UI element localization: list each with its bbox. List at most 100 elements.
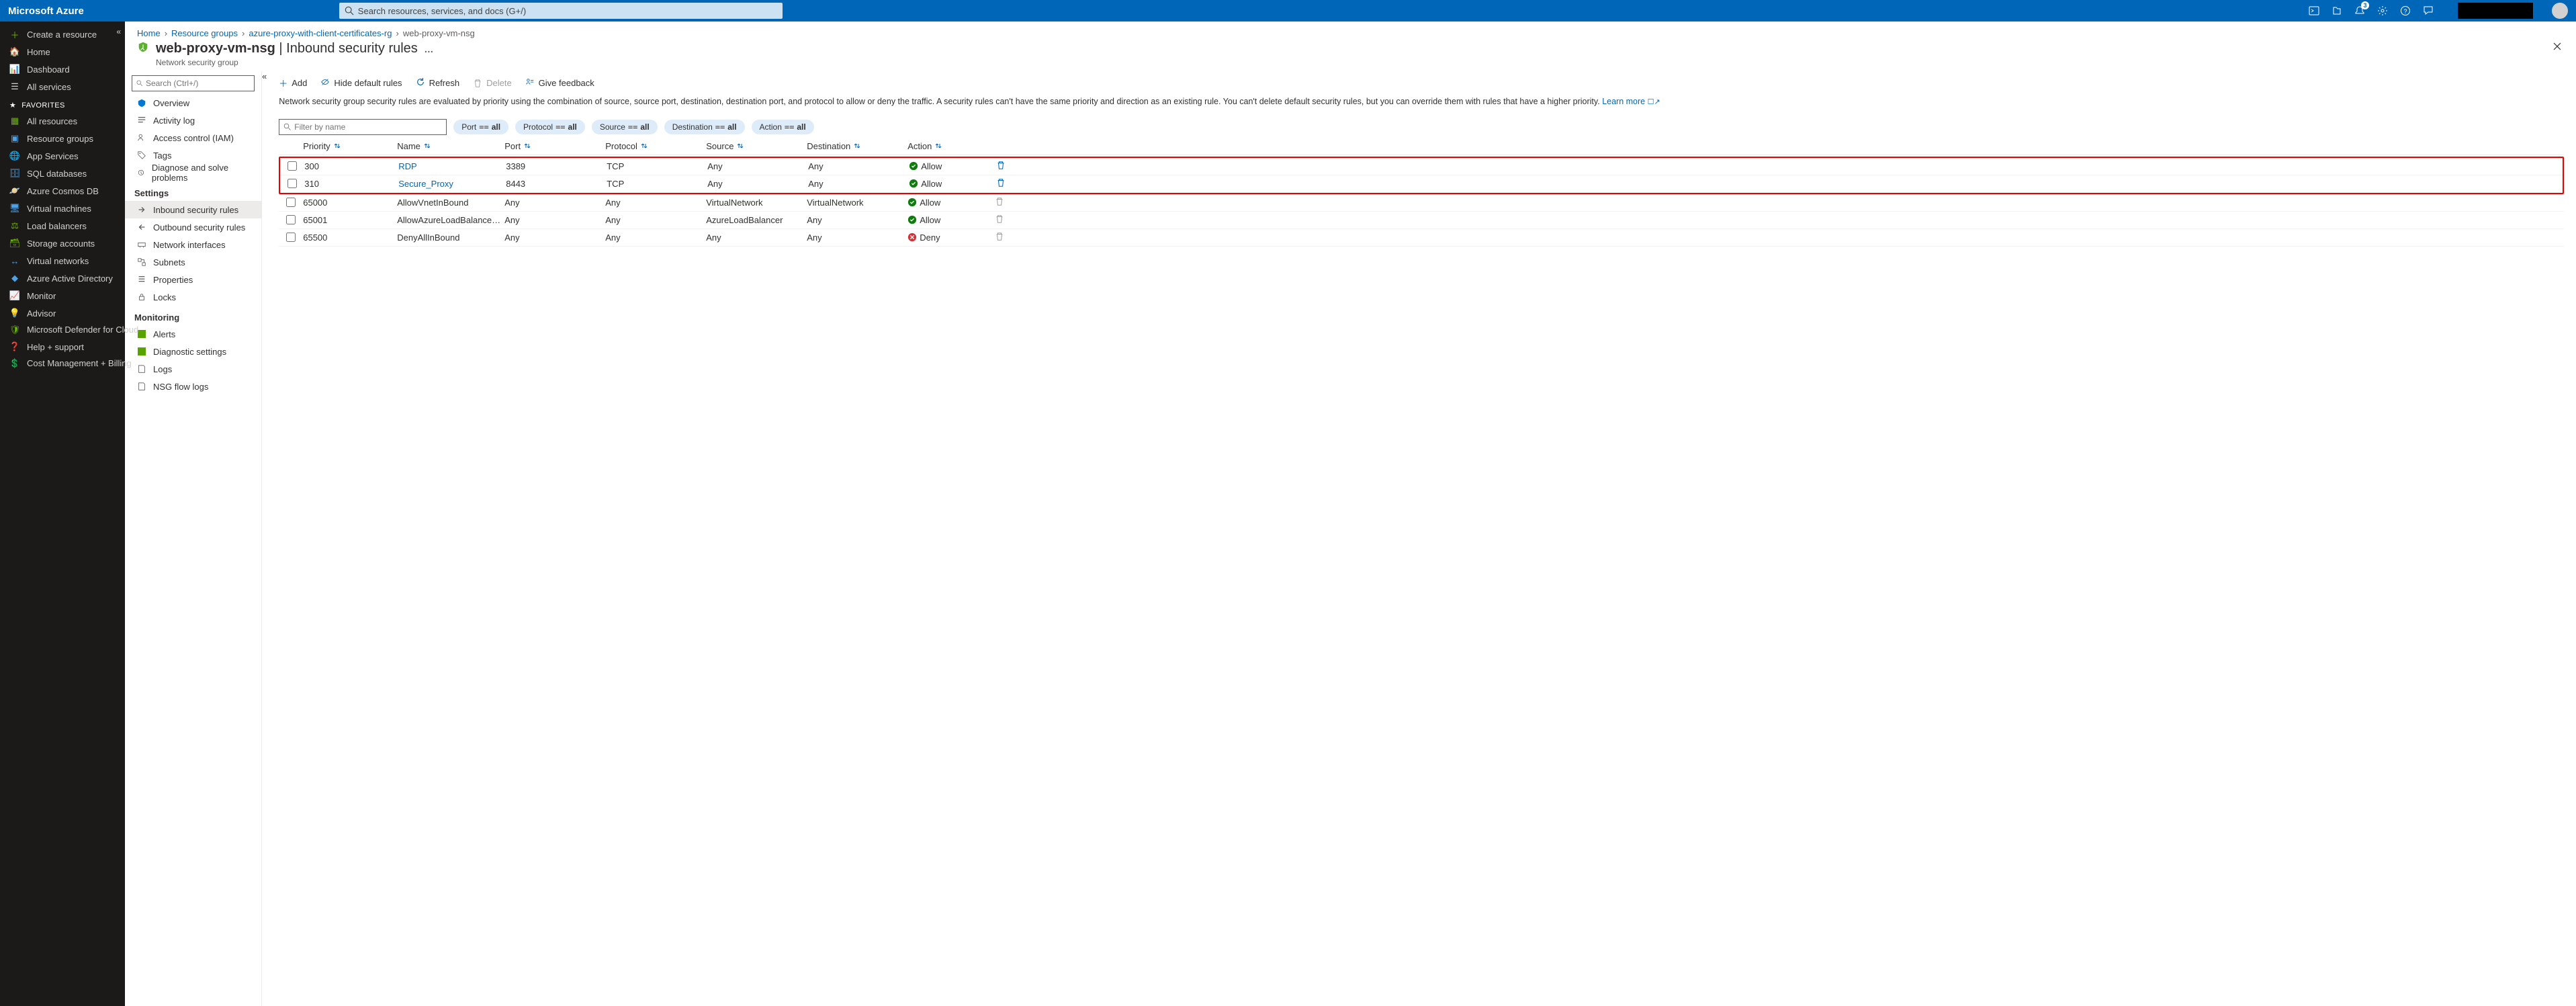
- menu-item-label: Logs: [153, 364, 172, 374]
- table-row[interactable]: 65001 AllowAzureLoadBalancerInBound Any …: [279, 212, 2564, 229]
- resource-menu-item[interactable]: Subnets: [125, 253, 261, 271]
- resource-menu-item[interactable]: Outbound security rules: [125, 218, 261, 236]
- filter-pill[interactable]: Source == all: [592, 120, 658, 134]
- col-action[interactable]: Action: [907, 141, 995, 151]
- cloud-shell-icon[interactable]: [2309, 5, 2319, 16]
- cell-name[interactable]: Secure_Proxy: [398, 179, 506, 189]
- leftnav-item[interactable]: 🗄SQL databases: [0, 165, 125, 182]
- leftnav-item[interactable]: 🗃Storage accounts: [0, 235, 125, 252]
- resource-menu-item[interactable]: Properties: [125, 271, 261, 288]
- leftnav-item[interactable]: ❓Help + support: [0, 338, 125, 355]
- resource-menu-item[interactable]: NSG flow logs: [125, 378, 261, 395]
- col-source[interactable]: Source: [706, 141, 807, 151]
- resource-menu-search[interactable]: [132, 75, 255, 91]
- leftnav-item[interactable]: 📊Dashboard: [0, 60, 125, 78]
- resource-menu-item[interactable]: Logs: [125, 360, 261, 378]
- table-row[interactable]: 65500 DenyAllInBound Any Any Any Any Den…: [279, 229, 2564, 247]
- leftnav-item[interactable]: 💡Advisor: [0, 304, 125, 322]
- breadcrumb-rgname[interactable]: azure-proxy-with-client-certificates-rg: [249, 28, 392, 38]
- nav-icon: 💲: [9, 358, 20, 369]
- leftnav-item[interactable]: 📈Monitor: [0, 287, 125, 304]
- directories-icon[interactable]: [2331, 5, 2342, 16]
- leftnav-item[interactable]: 🛡Microsoft Defender for Cloud: [0, 322, 125, 338]
- menu-item-icon: [137, 275, 146, 284]
- leftnav-item[interactable]: ⚖Load balancers: [0, 217, 125, 235]
- resource-menu-item[interactable]: Diagnose and solve problems: [125, 164, 261, 181]
- breadcrumb-home[interactable]: Home: [137, 28, 161, 38]
- filter-pill[interactable]: Protocol == all: [515, 120, 585, 134]
- cell-name: AllowVnetInBound: [397, 198, 504, 208]
- cell-name[interactable]: RDP: [398, 161, 506, 171]
- resource-menu-item[interactable]: Locks: [125, 288, 261, 306]
- feedback-icon[interactable]: [2423, 5, 2434, 16]
- leftnav-item[interactable]: 🌐App Services: [0, 147, 125, 165]
- resource-menu-item[interactable]: Diagnostic settings: [125, 343, 261, 360]
- row-checkbox[interactable]: [287, 161, 297, 171]
- leftnav-item[interactable]: ◆Azure Active Directory: [0, 269, 125, 287]
- row-checkbox[interactable]: [286, 215, 296, 224]
- leftnav-item[interactable]: ▣Resource groups: [0, 130, 125, 147]
- menu-item-label: NSG flow logs: [153, 382, 208, 392]
- global-search[interactable]: [339, 3, 783, 19]
- leftnav-item[interactable]: ▦All resources: [0, 112, 125, 130]
- row-checkbox[interactable]: [287, 179, 297, 188]
- hide-default-rules-button[interactable]: Hide default rules: [320, 77, 402, 89]
- row-checkbox[interactable]: [286, 233, 296, 242]
- leftnav-item[interactable]: 🪐Azure Cosmos DB: [0, 182, 125, 200]
- notifications-icon[interactable]: 3: [2354, 5, 2365, 16]
- leftnav-item[interactable]: ☰All services: [0, 78, 125, 95]
- resource-menu-item[interactable]: Activity log: [125, 112, 261, 129]
- menu-item-label: Diagnose and solve problems: [152, 163, 249, 183]
- col-protocol[interactable]: Protocol: [605, 141, 706, 151]
- resource-menu-item[interactable]: Overview: [125, 94, 261, 112]
- filter-pill[interactable]: Destination == all: [664, 120, 745, 134]
- account-slot[interactable]: [2458, 3, 2533, 19]
- table-row[interactable]: 65000 AllowVnetInBound Any Any VirtualNe…: [279, 194, 2564, 212]
- resource-menu-item[interactable]: Access control (IAM): [125, 129, 261, 146]
- leftnav-item[interactable]: 🏠Home: [0, 43, 125, 60]
- resource-menu-collapse-icon[interactable]: «: [262, 71, 267, 1006]
- leftnav-item[interactable]: 💲Cost Management + Billing: [0, 355, 125, 372]
- filter-pill[interactable]: Port == all: [453, 120, 508, 134]
- nav-label: Storage accounts: [27, 239, 95, 249]
- delete-row-icon[interactable]: [996, 161, 1023, 172]
- leftnav-item[interactable]: ↔Virtual networks: [0, 252, 125, 269]
- rule-name-filter-input[interactable]: [294, 122, 442, 132]
- leftnav-item[interactable]: 🖥Virtual machines: [0, 200, 125, 217]
- add-button[interactable]: ＋Add: [279, 77, 307, 89]
- resource-menu-search-input[interactable]: [146, 79, 250, 88]
- leftnav-item[interactable]: ＋Create a resource: [0, 26, 125, 43]
- delete-row-icon[interactable]: [996, 178, 1023, 190]
- settings-icon[interactable]: [2377, 5, 2388, 16]
- col-destination[interactable]: Destination: [807, 141, 907, 151]
- col-name[interactable]: Name: [397, 141, 504, 151]
- nav-icon: ❓: [9, 341, 20, 352]
- filter-pill[interactable]: Action == all: [752, 120, 814, 134]
- col-priority[interactable]: Priority: [303, 141, 397, 151]
- resource-menu-item[interactable]: Network interfaces: [125, 236, 261, 253]
- nav-icon: ◆: [9, 273, 20, 284]
- global-search-input[interactable]: [358, 6, 777, 16]
- learn-more-link[interactable]: Learn more ☐↗: [1602, 97, 1660, 106]
- refresh-button[interactable]: Refresh: [416, 77, 460, 89]
- help-icon[interactable]: ?: [2400, 5, 2411, 16]
- menu-item-icon: [137, 364, 146, 374]
- col-port[interactable]: Port: [504, 141, 605, 151]
- give-feedback-button[interactable]: Give feedback: [525, 77, 594, 89]
- cell-protocol: Any: [605, 215, 706, 225]
- resource-menu-item[interactable]: Alerts: [125, 325, 261, 343]
- row-checkbox[interactable]: [286, 198, 296, 207]
- main-area: Home› Resource groups› azure-proxy-with-…: [125, 22, 2576, 1006]
- leftnav-collapse-icon[interactable]: «: [116, 27, 121, 36]
- cell-source: Any: [706, 233, 807, 243]
- resource-menu-item[interactable]: Inbound security rules: [125, 201, 261, 218]
- table-row[interactable]: 300 RDP 3389 TCP Any Any Allow: [280, 158, 2563, 175]
- rule-name-filter[interactable]: [279, 119, 447, 135]
- avatar[interactable]: [2552, 3, 2568, 19]
- table-row[interactable]: 310 Secure_Proxy 8443 TCP Any Any Allow: [280, 175, 2563, 193]
- close-blade-icon[interactable]: [2552, 41, 2565, 54]
- breadcrumb-rg[interactable]: Resource groups: [171, 28, 238, 38]
- resource-menu-item[interactable]: Tags: [125, 146, 261, 164]
- title-more-icon[interactable]: …: [424, 44, 433, 54]
- nsg-icon: [137, 41, 149, 55]
